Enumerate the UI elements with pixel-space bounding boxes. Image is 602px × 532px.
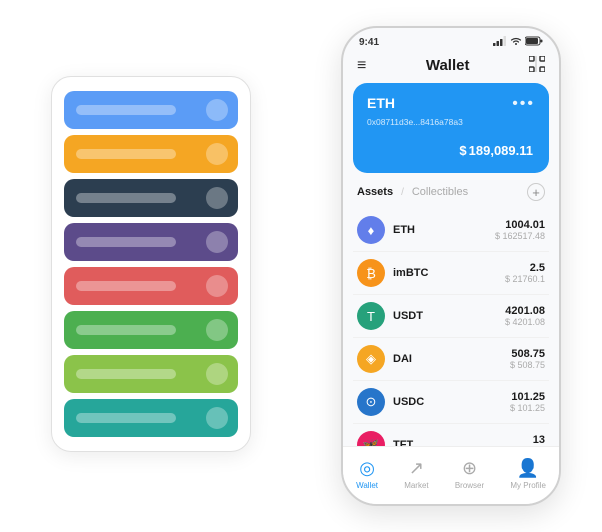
asset-item-dai[interactable]: ◈ DAI 508.75 $ 508.75 <box>353 338 549 381</box>
asset-icon-usdc: ⊙ <box>357 388 385 416</box>
card-item-6[interactable] <box>64 355 238 393</box>
wifi-icon <box>510 36 522 48</box>
wallet-address: 0x08711d3e...8416a78a3 <box>367 117 535 127</box>
asset-icon-dai: ◈ <box>357 345 385 373</box>
header-title: Wallet <box>426 57 470 74</box>
asset-name-usdc: USDC <box>393 396 510 408</box>
asset-name-dai: DAI <box>393 353 510 365</box>
card-label-6 <box>76 369 176 379</box>
asset-primary-dai: 508.75 <box>510 348 545 360</box>
nav-icon-browser: ⊕ <box>462 458 477 479</box>
asset-amounts-usdc: 101.25 $ 101.25 <box>510 391 545 413</box>
menu-icon[interactable]: ≡ <box>357 57 366 75</box>
nav-item-browser[interactable]: ⊕ Browser <box>455 458 484 490</box>
asset-primary-eth: 1004.01 <box>495 219 545 231</box>
card-item-7[interactable] <box>64 399 238 437</box>
assets-tab-inactive[interactable]: Collectibles <box>412 186 468 198</box>
nav-label-wallet: Wallet <box>356 481 378 490</box>
card-item-2[interactable] <box>64 179 238 217</box>
nav-label-browser: Browser <box>455 481 484 490</box>
card-item-3[interactable] <box>64 223 238 261</box>
asset-amounts-eth: 1004.01 $ 162517.48 <box>495 219 545 241</box>
scan-icon[interactable] <box>529 56 545 75</box>
nav-item-profile[interactable]: 👤 My Profile <box>510 458 546 490</box>
wallet-card: ETH ••• 0x08711d3e...8416a78a3 $189,089.… <box>353 83 549 173</box>
asset-secondary-dai: $ 508.75 <box>510 360 545 370</box>
phone-header: ≡ Wallet <box>343 52 559 83</box>
nav-item-wallet[interactable]: ◎ Wallet <box>356 458 378 490</box>
wallet-coin-name: ETH <box>367 95 395 111</box>
card-icon-1 <box>206 143 228 165</box>
card-icon-4 <box>206 275 228 297</box>
asset-name-eth: ETH <box>393 224 495 236</box>
asset-icon-usdt: T <box>357 302 385 330</box>
card-item-1[interactable] <box>64 135 238 173</box>
asset-amounts-dai: 508.75 $ 508.75 <box>510 348 545 370</box>
card-icon-2 <box>206 187 228 209</box>
card-icon-3 <box>206 231 228 253</box>
asset-secondary-usdt: $ 4201.08 <box>505 317 545 327</box>
status-icons <box>493 36 543 48</box>
nav-label-market: Market <box>404 481 428 490</box>
asset-icon-eth: ♦ <box>357 216 385 244</box>
card-label-4 <box>76 281 176 291</box>
card-label-3 <box>76 237 176 247</box>
wallet-balance: $189,089.11 <box>367 135 535 161</box>
asset-amounts-usdt: 4201.08 $ 4201.08 <box>505 305 545 327</box>
asset-primary-tft: 13 <box>533 434 545 446</box>
battery-icon <box>525 36 543 48</box>
bottom-nav: ◎ Wallet ↗ Market ⊕ Browser 👤 My Profile <box>343 446 559 504</box>
status-bar: 9:41 <box>343 28 559 52</box>
asset-secondary-usdc: $ 101.25 <box>510 403 545 413</box>
card-label-1 <box>76 149 176 159</box>
nav-label-profile: My Profile <box>510 481 546 490</box>
asset-name-imbtc: imBTC <box>393 267 505 279</box>
card-item-5[interactable] <box>64 311 238 349</box>
card-label-7 <box>76 413 176 423</box>
asset-item-eth[interactable]: ♦ ETH 1004.01 $ 162517.48 <box>353 209 549 252</box>
asset-name-usdt: USDT <box>393 310 505 322</box>
balance-amount: 189,089.11 <box>469 143 533 158</box>
nav-icon-market: ↗ <box>409 458 424 479</box>
asset-primary-imbtc: 2.5 <box>505 262 545 274</box>
card-icon-6 <box>206 363 228 385</box>
asset-item-imbtc[interactable]: ₿ imBTC 2.5 $ 21760.1 <box>353 252 549 295</box>
scene: 9:41 <box>21 16 581 516</box>
asset-item-usdt[interactable]: T USDT 4201.08 $ 4201.08 <box>353 295 549 338</box>
nav-icon-wallet: ◎ <box>359 458 375 479</box>
card-label-5 <box>76 325 176 335</box>
card-item-4[interactable] <box>64 267 238 305</box>
asset-secondary-eth: $ 162517.48 <box>495 231 545 241</box>
card-label-0 <box>76 105 176 115</box>
assets-tabs: Assets / Collectibles <box>357 186 468 198</box>
phone-mockup: 9:41 <box>341 26 561 506</box>
signal-icon <box>493 36 507 48</box>
wallet-more-button[interactable]: ••• <box>512 95 535 113</box>
asset-list: ♦ ETH 1004.01 $ 162517.48 ₿ imBTC 2.5 $ … <box>343 209 559 467</box>
card-icon-0 <box>206 99 228 121</box>
card-stack <box>51 76 251 452</box>
card-icon-5 <box>206 319 228 341</box>
card-label-2 <box>76 193 176 203</box>
asset-primary-usdt: 4201.08 <box>505 305 545 317</box>
assets-tab-active[interactable]: Assets <box>357 186 393 198</box>
card-item-0[interactable] <box>64 91 238 129</box>
card-icon-7 <box>206 407 228 429</box>
wallet-card-header: ETH ••• <box>367 95 535 113</box>
asset-item-usdc[interactable]: ⊙ USDC 101.25 $ 101.25 <box>353 381 549 424</box>
nav-item-market[interactable]: ↗ Market <box>404 458 428 490</box>
asset-icon-imbtc: ₿ <box>357 259 385 287</box>
balance-currency: $ <box>459 143 466 158</box>
status-time: 9:41 <box>359 37 379 48</box>
asset-amounts-imbtc: 2.5 $ 21760.1 <box>505 262 545 284</box>
nav-icon-profile: 👤 <box>517 458 539 479</box>
assets-header: Assets / Collectibles + <box>343 183 559 209</box>
asset-primary-usdc: 101.25 <box>510 391 545 403</box>
tab-divider: / <box>401 187 404 198</box>
asset-secondary-imbtc: $ 21760.1 <box>505 274 545 284</box>
add-asset-button[interactable]: + <box>527 183 545 201</box>
